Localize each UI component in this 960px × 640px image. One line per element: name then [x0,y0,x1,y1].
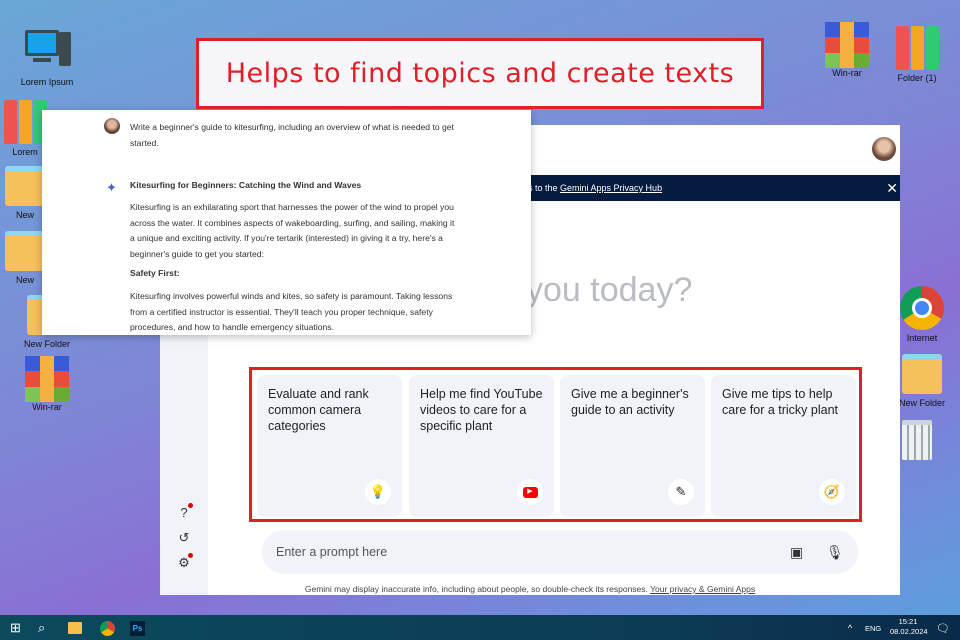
privacy-link[interactable]: Your privacy & Gemini Apps [650,584,755,594]
notifications-icon[interactable]: 🗨 [936,619,950,637]
file-explorer-icon[interactable] [68,619,82,637]
clock[interactable]: 15:21 08.02.2024 [890,617,928,637]
close-icon[interactable]: ✕ [886,180,898,197]
chrome-icon [900,286,944,330]
winrar-icon [825,22,869,68]
start-button[interactable]: ⊞ [10,619,21,637]
disclaimer: Gemini may display inaccurate info, incl… [304,584,756,594]
privacy-hub-link[interactable]: Gemini Apps Privacy Hub [560,183,662,193]
desktop-icon-winrar-left[interactable]: Win-rar [12,356,82,412]
lightbulb-icon: 💡 [365,479,391,505]
user-prompt: Write a beginner's guide to kitesurfing,… [130,122,454,148]
desktop-icon-lorem-ipsum[interactable]: Lorem Ipsum [12,26,82,87]
suggestion-card[interactable]: Evaluate and rank common camera categori… [257,375,402,517]
computer-icon [23,26,71,74]
desktop-icon-new-folder-right[interactable]: New Folder [892,350,952,408]
folder-icon [5,166,45,206]
section-text: Kitesurfing involves powerful winds and … [130,291,453,332]
greeting: you today? [526,271,693,309]
pen-sparkle-icon: ✎ [668,479,694,505]
prompt-input[interactable]: Enter a prompt here ▣ 🎙 [262,530,858,574]
tray-chevron-icon[interactable]: ^ [848,619,852,637]
headline-banner: Helps to find topics and create texts [196,38,764,109]
history-icon[interactable]: ↺ [174,530,194,550]
compass-icon: 🧭 [819,479,845,505]
binders-icon [893,22,941,70]
image-upload-icon[interactable]: ▣ [790,544,803,561]
suggestion-card[interactable]: Give me tips to help care for a tricky p… [711,375,856,517]
suggestion-card[interactable]: Help me find YouTube videos to care for … [409,375,554,517]
chrome-taskbar-icon[interactable] [100,619,115,637]
suggestion-cards: Evaluate and rank common camera categori… [249,367,862,522]
winrar-icon [25,356,69,402]
youtube-icon: ▶ [517,479,543,505]
response-intro: Kitesurfing is an exhilarating sport tha… [130,202,455,259]
chat-response-panel: Write a beginner's guide to kitesurfing,… [42,110,531,335]
folder-icon [5,231,45,271]
microphone-icon[interactable]: 🎙 [826,544,844,561]
desktop-icon-folder-1[interactable]: Folder (1) [882,22,952,83]
taskbar: ⊞ ⌕ Ps ^ ENG 15:21 08.02.2024 🗨 [0,615,960,640]
desktop-icon-internet[interactable]: Internet [892,286,952,343]
user-avatar [104,118,120,134]
help-icon[interactable]: ? [174,503,194,525]
desktop-icon-winrar-right[interactable]: Win-rar [812,22,882,78]
search-icon[interactable]: ⌕ [38,619,45,637]
language-indicator[interactable]: ENG [865,619,881,637]
trash-icon [902,420,932,460]
folder-icon [902,354,942,394]
settings-icon[interactable]: ⚙ [174,553,194,575]
gemini-sparkle-icon: ✦ [106,180,117,195]
response-title: Kitesurfing for Beginners: Catching the … [130,180,362,190]
avatar[interactable] [872,137,896,161]
section-heading: Safety First: [130,268,180,278]
photoshop-icon[interactable]: Ps [130,619,145,637]
suggestion-card[interactable]: Give me a beginner's guide to an activit… [560,375,705,517]
